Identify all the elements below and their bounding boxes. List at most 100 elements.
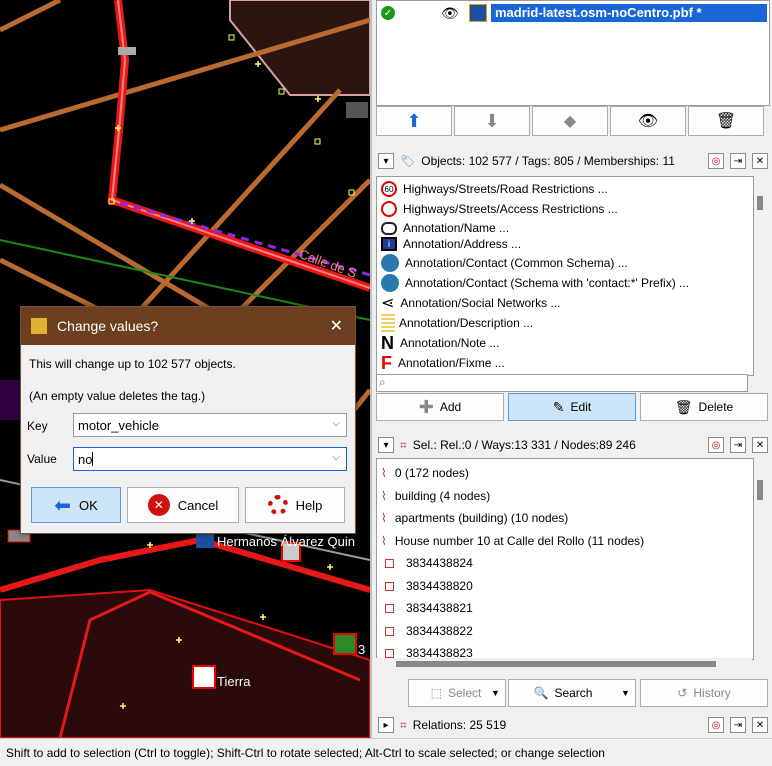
undock-icon[interactable]: ⇥ [730,437,746,453]
eye-icon: 👁 [637,113,659,130]
list-item[interactable]: Annotation/Contact (Schema with 'contact… [381,273,689,293]
layer-list: ✓ 👁 madrid-latest.osm-noCentro.pbf * [376,0,770,106]
move-up-button[interactable]: ⬆ [376,106,452,136]
cancel-label: Cancel [177,497,219,513]
node-icon [385,626,394,636]
list-item-label: Annotation/Name ... [403,221,510,235]
visibility-button[interactable]: 👁 [610,106,686,136]
close-icon[interactable]: ✕ [752,153,768,169]
list-item-label: Annotation/Fixme ... [398,356,505,370]
cancel-icon: ✕ [147,494,170,516]
delete-layer-button[interactable]: 🗑 [688,106,764,136]
ok-button[interactable]: ⬅ OK [31,487,121,523]
select-dropdown[interactable]: ▼ [486,679,506,707]
info-icon: i [381,237,397,251]
dialog-message: This will change up to 102 577 objects. [29,357,236,371]
check-icon[interactable]: ✓ [381,6,395,20]
history-button[interactable]: ↺ History [640,679,768,707]
list-item[interactable]: Highways/Streets/Access Restrictions ... [381,199,618,219]
list-item-label: Annotation/Address ... [403,237,522,251]
list-item-label: Annotation/Social Networks ... [400,296,561,310]
layer-row[interactable]: ✓ 👁 madrid-latest.osm-noCentro.pbf * [377,3,769,23]
speed-limit-icon: 60 [381,181,397,197]
globe-icon [381,274,399,292]
delete-tag-label: Delete [698,400,734,414]
dropdown-arrow-icon: ▼ [621,688,630,698]
relation-icon: ⌗ [400,717,407,732]
list-item[interactable]: F Annotation/Fixme ... [381,353,505,373]
trash-icon: 🗑 [674,398,693,415]
node-icon [385,581,394,591]
selection-icon: ⌗ [400,437,407,452]
layer-name[interactable]: madrid-latest.osm-noCentro.pbf * [491,4,767,22]
undock-icon[interactable]: ⇥ [730,153,746,169]
add-tag-button[interactable]: ✚ Add [376,393,504,421]
help-icon[interactable]: ◎ [708,717,724,733]
expand-toggle[interactable]: ▸ [378,717,394,733]
search-icon: ⌕ [379,375,386,389]
map-poi-label: Hermanos Álvarez Quin [217,534,355,549]
list-item[interactable]: ⌇ apartments (building) (10 nodes) [381,508,568,528]
selection-list: ⌇ 0 (172 nodes) ⌇ building (4 nodes) ⌇ apar… [376,458,754,660]
tags-header-text: Objects: 102 577 / Tags: 805 / Membershi… [421,154,675,168]
trash-icon: 🗑 [715,113,737,130]
map-poi-label: Tierra [217,674,251,689]
merge-button[interactable]: ◆ [532,106,608,136]
list-item-label: 3834438824 [406,556,473,570]
collapse-toggle[interactable]: ▾ [378,153,394,169]
list-item-label: Annotation/Note ... [400,336,500,350]
undock-icon[interactable]: ⇥ [730,717,746,733]
eye-icon[interactable]: 👁 [441,5,459,22]
search-dropdown[interactable]: ▼ [616,679,636,707]
list-item[interactable]: 3834438822 [381,621,473,641]
chevron-down-icon[interactable]: ⌵ [332,418,340,429]
list-item[interactable]: ⌇ building (4 nodes) [381,486,490,506]
list-item[interactable]: ⋖ Annotation/Social Networks ... [381,293,560,313]
scrollbar[interactable] [754,176,766,374]
share-icon: ⋖ [381,295,395,312]
list-item[interactable]: 60 Highways/Streets/Road Restrictions ... [381,179,608,199]
history-label: History [693,686,731,700]
list-item[interactable]: i Annotation/Address ... [381,234,521,254]
delete-tag-button[interactable]: 🗑 Delete [640,393,768,421]
list-item[interactable]: Annotation/Contact (Common Schema) ... [381,253,628,273]
help-icon[interactable]: ◎ [708,437,724,453]
list-item-label: 3834438822 [406,624,473,638]
cancel-button[interactable]: ✕ Cancel [127,487,239,523]
list-item[interactable]: Annotation/Description ... [381,313,533,333]
edit-tag-label: Edit [570,400,592,414]
list-item[interactable]: 3834438824 [381,553,473,573]
chevron-down-icon[interactable]: ⌵ [332,452,340,463]
collapse-toggle[interactable]: ▾ [378,437,394,453]
list-item[interactable]: 3834438821 [381,598,473,618]
add-tag-label: Add [439,400,462,414]
help-icon[interactable]: ◎ [708,153,724,169]
way-icon: ⌇ [381,489,387,503]
move-down-button[interactable]: ⬇ [454,106,530,136]
tags-header: ▾ 🏷 Objects: 102 577 / Tags: 805 / Membe… [372,150,772,172]
edit-tag-button[interactable]: ✎ Edit [508,393,636,421]
help-button[interactable]: Help [245,487,345,523]
value-field[interactable]: no ⌵ [73,447,347,471]
key-field[interactable]: motor_vehicle ⌵ [73,413,347,437]
selection-header: ▾ ⌗ Sel.: Rel.:0 / Ways:13 331 / Nodes:8… [372,434,772,456]
selection-header-text: Sel.: Rel.:0 / Ways:13 331 / Nodes:89 24… [412,438,636,452]
node-icon [385,558,394,568]
search-button[interactable]: 🔍 Search [508,679,618,707]
key-value: motor_vehicle [78,417,159,433]
list-item[interactable]: ⌇ 0 (172 nodes) [381,463,469,483]
close-icon[interactable]: ✕ [752,437,768,453]
horizontal-scrollbar[interactable] [376,658,752,670]
close-icon[interactable]: ✕ [330,316,343,336]
plus-icon: ✚ [418,396,434,417]
dialog-title: Change values? [57,318,159,334]
search-input[interactable]: ⌕ [376,374,748,392]
no-entry-icon [381,201,397,217]
dialog-titlebar[interactable]: Change values? ✕ [21,307,355,345]
status-bar: Shift to add to selection (Ctrl to toggl… [0,738,772,766]
close-icon[interactable]: ✕ [752,717,768,733]
list-item[interactable]: 3834438820 [381,576,473,596]
list-item[interactable]: N Annotation/Note ... [381,333,499,353]
scrollbar[interactable] [754,458,766,658]
list-item[interactable]: ⌇ House number 10 at Calle del Rollo (11 … [381,531,644,551]
